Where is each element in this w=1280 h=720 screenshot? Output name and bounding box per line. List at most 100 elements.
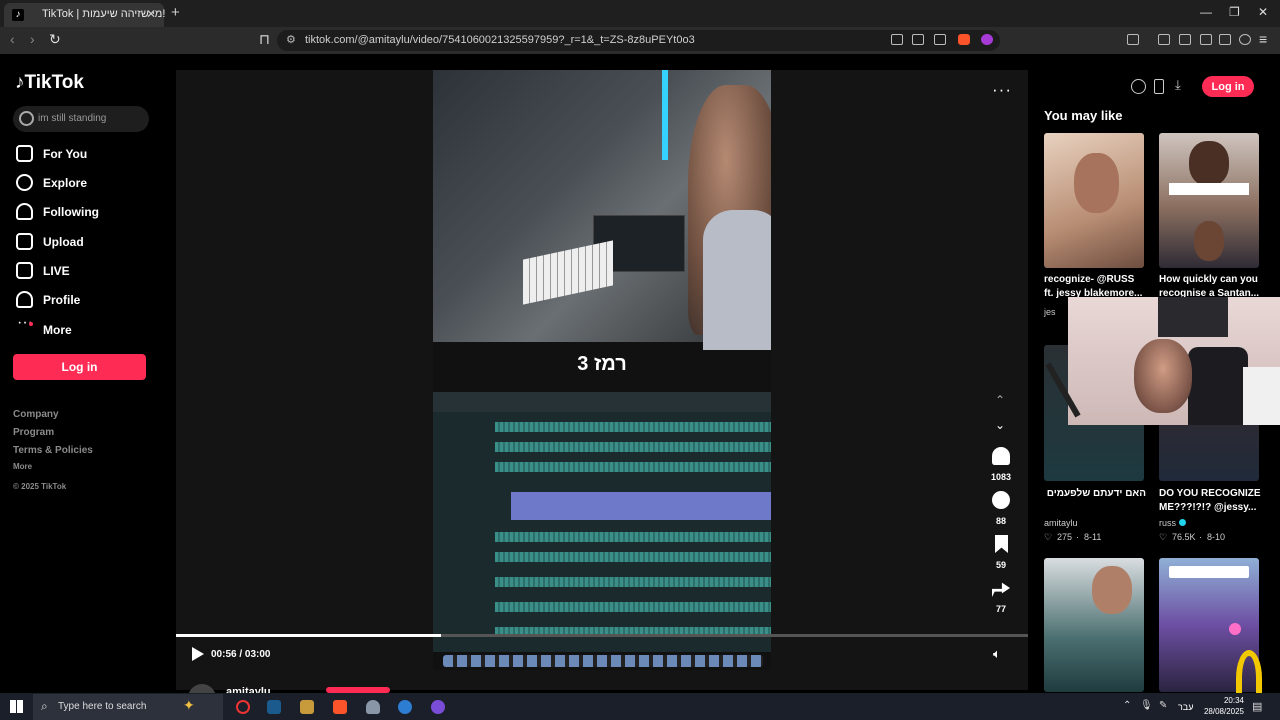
- language-indicator[interactable]: עבר: [1178, 702, 1193, 712]
- tab-close-icon[interactable]: ✕: [146, 7, 156, 21]
- card-like-icon: ♡: [1044, 532, 1053, 542]
- taskbar-search-input[interactable]: ⌕ Type here to search ✦: [33, 694, 223, 720]
- next-video-chevron-icon[interactable]: ⌄: [995, 418, 1005, 432]
- steam-icon[interactable]: [267, 700, 281, 714]
- header-login-button[interactable]: Log in: [1202, 76, 1254, 97]
- video-thumbnail[interactable]: [1044, 133, 1144, 268]
- previous-video-chevron-icon[interactable]: ⌃: [995, 393, 1005, 407]
- gaming-chair: [1188, 347, 1248, 425]
- search-placeholder: im still standing: [38, 113, 107, 124]
- reader-mode-icon[interactable]: [891, 34, 903, 45]
- thumbnail-light: [1229, 623, 1241, 635]
- like-heart-icon[interactable]: [992, 447, 1010, 465]
- thumbnail-face: [1189, 141, 1229, 186]
- leo-ai-icon[interactable]: [1219, 34, 1231, 45]
- verified-badge-icon: [1179, 519, 1186, 526]
- search-icon: ⌕: [41, 699, 48, 713]
- share-page-icon[interactable]: [934, 34, 946, 45]
- taskbar-clock[interactable]: 20:34 28/08/2025: [1198, 695, 1244, 717]
- windows-start-icon[interactable]: [10, 700, 23, 713]
- download-icon[interactable]: ⤓: [1175, 77, 1181, 93]
- home-icon: [16, 145, 33, 162]
- bookmark-icon[interactable]: ⊓: [259, 31, 270, 48]
- card-bullet: ·: [1076, 532, 1079, 542]
- media-icon[interactable]: [1158, 34, 1170, 45]
- footer-program-link[interactable]: Program: [13, 427, 54, 438]
- tiktok-logo[interactable]: ♪TikTok: [15, 72, 84, 94]
- daw-track: [495, 462, 771, 472]
- brave-browser-icon[interactable]: [333, 700, 347, 714]
- sidebar-item-label: Profile: [43, 293, 81, 307]
- sidebar-login-button[interactable]: Log in: [13, 354, 146, 380]
- thumbnail-face: [1074, 153, 1119, 213]
- site-settings-icon[interactable]: ⚙: [286, 33, 296, 46]
- volume-icon[interactable]: 🔈︎: [993, 646, 1001, 662]
- close-window-button[interactable]: ✕: [1258, 5, 1268, 19]
- webcam-overlay: [1068, 297, 1280, 425]
- reload-icon[interactable]: ↻: [49, 31, 61, 48]
- tray-expand-icon[interactable]: ⌃: [1123, 700, 1131, 711]
- pen-icon[interactable]: ✎: [1159, 700, 1167, 711]
- new-tab-button[interactable]: +: [171, 4, 180, 21]
- video-player[interactable]: רמז 3: [433, 70, 771, 670]
- discord-icon[interactable]: [431, 700, 445, 714]
- acoustic-foam: [1158, 297, 1228, 337]
- compass-icon: [16, 174, 33, 191]
- wallet-icon[interactable]: [1200, 34, 1212, 45]
- video-thumbnail[interactable]: [1159, 133, 1259, 268]
- split-view-icon[interactable]: [1179, 34, 1191, 45]
- menu-icon[interactable]: ≡: [1259, 31, 1267, 47]
- forward-arrow-icon[interactable]: ›: [30, 31, 35, 47]
- video-more-icon[interactable]: ···: [992, 80, 1012, 100]
- brave-shield-icon[interactable]: [958, 34, 970, 45]
- notifications-icon[interactable]: ▤: [1252, 700, 1262, 713]
- sidebar-toggle-icon[interactable]: [1127, 34, 1139, 45]
- card-caption[interactable]: האם ידעתם שלפעמים ההפרש בין ההקלטה ...: [1044, 487, 1146, 515]
- card-like-icon: ♡: [1159, 532, 1168, 542]
- phone-icon[interactable]: [1154, 79, 1164, 94]
- obs-icon[interactable]: [236, 700, 250, 714]
- card-author[interactable]: russ: [1159, 518, 1176, 528]
- search-icon: [19, 111, 34, 126]
- card-caption[interactable]: DO YOU RECOGNIZE ME???!?!? @jessy...: [1159, 487, 1261, 515]
- sidebar-item-label: Following: [43, 205, 99, 219]
- browser-tab-strip: [0, 0, 1280, 27]
- play-icon[interactable]: [192, 647, 204, 661]
- daw-toolbar: [433, 392, 771, 412]
- sidebar-item-label: More: [43, 323, 72, 337]
- vpn-icon[interactable]: [1239, 34, 1251, 45]
- browser-tab[interactable]: ♪ TikTok | מי שזיהה שיעמות! ✕: [4, 3, 165, 27]
- browser-app-icon[interactable]: [398, 700, 412, 714]
- compass-icon[interactable]: [1131, 79, 1146, 94]
- back-arrow-icon[interactable]: ‹: [10, 31, 15, 47]
- profile-icon: [16, 291, 33, 308]
- footer-company-link[interactable]: Company: [13, 409, 59, 420]
- search-input[interactable]: im still standing: [13, 106, 149, 132]
- thumbnail-text-banner: [1169, 183, 1249, 195]
- footer-terms-link[interactable]: Terms & Policies: [13, 445, 93, 456]
- taskbar-search-placeholder: Type here to search: [58, 701, 147, 712]
- led-strip: [662, 70, 668, 160]
- tiktok-favicon-icon: ♪: [12, 9, 24, 21]
- following-icon: [16, 203, 33, 220]
- video-progress-bar[interactable]: [176, 634, 1028, 637]
- maximize-button[interactable]: ❐: [1229, 5, 1240, 19]
- cast-icon[interactable]: [912, 34, 924, 45]
- shelf: [1243, 367, 1280, 425]
- brave-rewards-icon[interactable]: [981, 34, 993, 45]
- current-time: 00:56: [211, 649, 237, 660]
- card-author[interactable]: jes: [1044, 307, 1056, 317]
- file-explorer-icon[interactable]: [300, 700, 314, 714]
- video-frame-daw: [433, 392, 771, 652]
- sidebar-item-label: LIVE: [43, 264, 70, 278]
- daw-track: [495, 552, 771, 562]
- footer-more-link[interactable]: More: [13, 462, 32, 471]
- comment-icon[interactable]: [992, 491, 1010, 509]
- microphone-icon[interactable]: 🎙︎: [1140, 700, 1153, 711]
- shield-app-icon[interactable]: [366, 700, 380, 714]
- time-readout: 00:56 / 03:00: [211, 649, 271, 660]
- card-author[interactable]: amitaylu: [1044, 518, 1078, 528]
- minimize-button[interactable]: —: [1200, 5, 1212, 19]
- daw-track: [495, 442, 771, 452]
- video-thumbnail[interactable]: [1044, 558, 1144, 692]
